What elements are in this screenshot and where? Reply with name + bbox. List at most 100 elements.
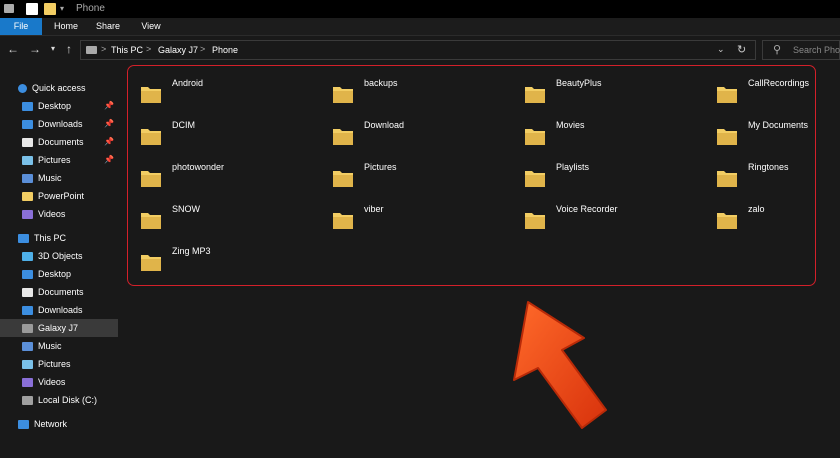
- breadcrumb-this-pc[interactable]: This PC: [111, 45, 143, 55]
- properties-icon[interactable]: [26, 3, 38, 15]
- downloads-icon: [22, 306, 33, 316]
- search-input[interactable]: Search Phone: [793, 45, 840, 55]
- sidebar-item-label: Desktop: [38, 269, 72, 279]
- folder-item[interactable]: CallRecordings: [716, 70, 840, 110]
- sidebar-item-documents-pc[interactable]: Documents: [22, 283, 118, 301]
- folder-icon: [141, 171, 161, 187]
- sidebar-item-label: Pictures: [38, 359, 71, 369]
- folder-icon: [333, 213, 353, 229]
- sidebar-item-label: Galaxy J7: [38, 323, 79, 333]
- sidebar-item-music-pc[interactable]: Music: [22, 337, 118, 355]
- sidebar-item-label: Videos: [38, 209, 66, 219]
- network-icon: [18, 420, 29, 430]
- folder-item[interactable]: Download: [332, 112, 517, 152]
- sidebar-item-powerpoint[interactable]: PowerPoint: [22, 187, 118, 205]
- sidebar-item-galaxy-j7[interactable]: Galaxy J7: [0, 319, 118, 337]
- desktop-icon: [22, 102, 33, 112]
- folder-icon: [22, 192, 33, 202]
- folder-icon: [525, 213, 545, 229]
- pin-icon[interactable]: 📌: [104, 115, 114, 133]
- folder-item[interactable]: zalo: [716, 196, 840, 236]
- window-title: Phone: [76, 3, 105, 14]
- folder-item[interactable]: photowonder: [140, 154, 325, 194]
- sidebar-item-desktop[interactable]: Desktop 📌: [22, 97, 118, 115]
- folder-item[interactable]: viber: [332, 196, 517, 236]
- sidebar-item-pictures[interactable]: Pictures 📌: [22, 151, 118, 169]
- folder-item[interactable]: DCIM: [140, 112, 325, 152]
- breadcrumb-galaxy-j7[interactable]: Galaxy J7: [158, 45, 198, 55]
- folder-item[interactable]: Android: [140, 70, 325, 110]
- sidebar-item-pictures-pc[interactable]: Pictures: [22, 355, 118, 373]
- pictures-icon: [22, 156, 33, 166]
- sidebar-item-music[interactable]: Music: [22, 169, 118, 187]
- 3d-objects-icon: [22, 252, 33, 262]
- folder-label: Download: [364, 120, 405, 130]
- ribbon-tabs: File Home Share View: [0, 18, 840, 36]
- up-icon[interactable]: ↑: [62, 42, 76, 56]
- folder-item[interactable]: SNOW: [140, 196, 325, 236]
- sidebar-item-this-pc[interactable]: This PC: [18, 229, 118, 247]
- folder-item[interactable]: My Documents: [716, 112, 840, 152]
- breadcrumb-phone[interactable]: Phone: [212, 45, 238, 55]
- sidebar-item-local-disk[interactable]: Local Disk (C:): [22, 391, 118, 409]
- pin-icon[interactable]: 📌: [104, 97, 114, 115]
- folder-label: Ringtones: [748, 162, 789, 172]
- videos-icon: [22, 378, 33, 388]
- documents-icon: [22, 288, 33, 298]
- folder-icon: [525, 129, 545, 145]
- folder-item[interactable]: Zing MP3: [140, 238, 325, 278]
- search-box[interactable]: ⚲ Search Phone: [762, 40, 840, 60]
- refresh-icon[interactable]: ↻: [737, 43, 746, 56]
- address-dropdown-icon[interactable]: ⌄: [717, 44, 725, 55]
- folder-label: Zing MP3: [172, 246, 211, 256]
- folder-icon: [141, 87, 161, 103]
- folder-icon: [333, 171, 353, 187]
- folder-item[interactable]: BeautyPlus: [524, 70, 709, 110]
- customize-dropdown-icon[interactable]: ▾: [60, 4, 68, 14]
- tab-file[interactable]: File: [0, 18, 42, 35]
- new-folder-icon[interactable]: [44, 3, 56, 15]
- tab-share[interactable]: Share: [90, 18, 126, 35]
- folder-item[interactable]: Ringtones: [716, 154, 840, 194]
- sidebar-item-downloads-pc[interactable]: Downloads: [22, 301, 118, 319]
- tab-home[interactable]: Home: [48, 18, 84, 35]
- sidebar-item-label: Pictures: [38, 155, 71, 165]
- folder-label: Android: [172, 78, 204, 88]
- sidebar-item-network[interactable]: Network: [18, 415, 118, 433]
- back-icon[interactable]: ←: [6, 42, 20, 56]
- folder-item[interactable]: Voice Recorder: [524, 196, 709, 236]
- pin-icon[interactable]: 📌: [104, 151, 114, 169]
- folder-icon: [717, 129, 737, 145]
- folder-label: Pictures: [364, 162, 397, 172]
- sidebar-item-label: Music: [38, 173, 62, 183]
- folder-label: SNOW: [172, 204, 200, 214]
- folder-label: DCIM: [172, 120, 195, 130]
- tab-view[interactable]: View: [134, 18, 168, 35]
- sidebar-item-label: Quick access: [32, 83, 86, 93]
- address-bar[interactable]: > This PC > Galaxy J7 > Phone ⌄ ↻: [80, 40, 756, 60]
- folder-icon: [141, 213, 161, 229]
- folder-item[interactable]: Pictures: [332, 154, 517, 194]
- sidebar-item-videos[interactable]: Videos: [22, 205, 118, 223]
- videos-icon: [22, 210, 33, 220]
- sidebar-item-3d-objects[interactable]: 3D Objects: [22, 247, 118, 265]
- folder-item[interactable]: Playlists: [524, 154, 709, 194]
- documents-icon: [22, 138, 33, 148]
- music-icon: [22, 342, 33, 352]
- folder-item[interactable]: Movies: [524, 112, 709, 152]
- folder-icon: [141, 129, 161, 145]
- sidebar-item-quick-access[interactable]: Quick access: [18, 79, 118, 97]
- sidebar-item-downloads[interactable]: Downloads 📌: [22, 115, 118, 133]
- recent-locations-icon[interactable]: ▾: [46, 42, 60, 56]
- forward-icon[interactable]: →: [28, 42, 42, 56]
- pin-icon[interactable]: 📌: [104, 133, 114, 151]
- sidebar-item-documents[interactable]: Documents 📌: [22, 133, 118, 151]
- sidebar-item-label: Documents: [38, 287, 84, 297]
- folder-label: zalo: [748, 204, 765, 214]
- desktop-icon: [22, 270, 33, 280]
- sidebar-item-desktop-pc[interactable]: Desktop: [22, 265, 118, 283]
- folder-icon: [717, 171, 737, 187]
- sidebar-item-label: Network: [34, 419, 68, 429]
- folder-item[interactable]: backups: [332, 70, 517, 110]
- sidebar-item-videos-pc[interactable]: Videos: [22, 373, 118, 391]
